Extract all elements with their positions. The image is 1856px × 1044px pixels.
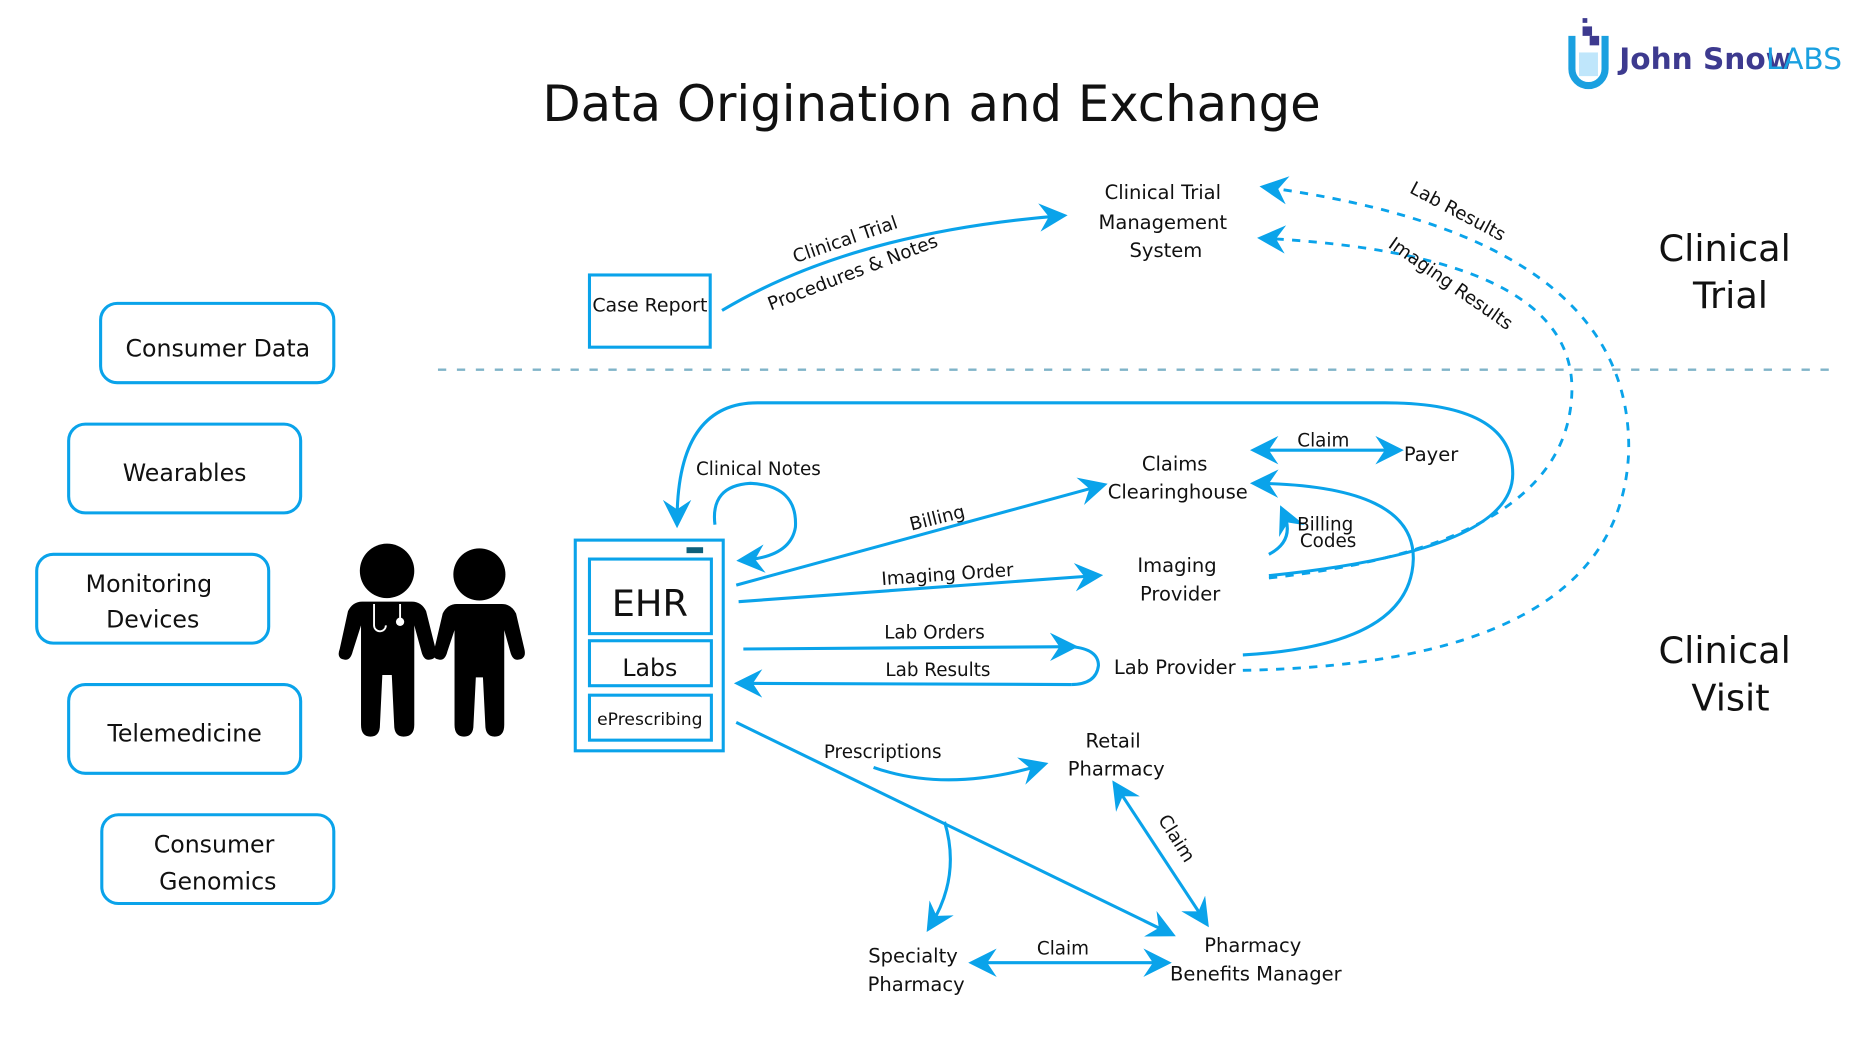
- edge-label-lab-orders: Lab Orders: [884, 622, 985, 643]
- edge-label-imaging-results-ct: Imaging Results: [1384, 233, 1516, 334]
- section-label-clinical-trial: Clinical Trial: [1659, 227, 1803, 317]
- retail-pharmacy-node[interactable]: Retail Pharmacy: [1068, 729, 1165, 780]
- edge-label-lab-results: Lab Results: [885, 660, 990, 681]
- edge-label-claim-specialty: Claim: [1037, 938, 1089, 959]
- source-consumer-genomics[interactable]: Consumer Genomics: [100, 813, 336, 906]
- source-monitoring-devices[interactable]: Monitoring Devices: [35, 552, 271, 645]
- edge-lab-results: [733, 669, 1072, 698]
- source-consumer-data[interactable]: Consumer Data: [99, 301, 336, 385]
- edge-prescriptions-main: [735, 721, 1176, 937]
- edge-billing-codes: [1268, 505, 1305, 556]
- pbm-node[interactable]: Pharmacy Benefits Manager: [1170, 934, 1343, 985]
- ehr-panel[interactable]: EHR: [587, 557, 713, 636]
- section-label-clinical-visit: Clinical Visit: [1659, 629, 1803, 719]
- labs-panel[interactable]: Labs: [587, 639, 713, 688]
- ctms-node[interactable]: Clinical Trial Management System: [1099, 181, 1234, 262]
- claims-clearinghouse-node[interactable]: Claims Clearinghouse: [1108, 452, 1248, 503]
- ehr-system[interactable]: EHR Labs ePrescribing: [573, 538, 725, 753]
- edge-label-lab-results-ct: Lab Results: [1406, 178, 1509, 246]
- diagram-svg: Data Origination and Exchange John Snow …: [35, 18, 1842, 996]
- case-report-node[interactable]: Case Report: [587, 273, 712, 349]
- logo: John Snow LABS: [1568, 18, 1842, 90]
- labs-label: Labs: [622, 654, 677, 682]
- source-label: Telemedicine: [106, 719, 261, 747]
- page-title: Data Origination and Exchange: [542, 75, 1320, 133]
- ehr-status-indicator: [686, 547, 704, 554]
- edge-label-billing-codes: Billing Codes: [1297, 515, 1359, 553]
- doctor-and-patient-icon: [338, 543, 525, 737]
- edge-clinical-notes: [712, 481, 797, 573]
- edge-return-to-ehr: [662, 401, 1515, 578]
- source-telemedicine[interactable]: Telemedicine: [67, 682, 303, 775]
- source-wearables[interactable]: Wearables: [67, 422, 303, 515]
- edge-label-claim-retail: Claim: [1153, 811, 1198, 866]
- case-report-label: Case Report: [592, 295, 707, 317]
- logo-suffix: LABS: [1766, 42, 1842, 76]
- edge-lab-orders: [743, 632, 1079, 662]
- edge-prescriptions-specialty: [926, 821, 954, 933]
- imaging-provider-node[interactable]: Imaging Provider: [1137, 554, 1223, 605]
- diagram-canvas: Data Origination and Exchange John Snow …: [0, 0, 1856, 1040]
- logo-tube-icon: [1568, 18, 1609, 90]
- edge-lab-loop: [1071, 645, 1100, 687]
- doctor-icon: [338, 543, 437, 737]
- source-label: Wearables: [123, 459, 247, 487]
- patient-icon: [433, 548, 525, 737]
- payer-node[interactable]: Payer: [1404, 443, 1459, 466]
- eprescribing-label: ePrescribing: [597, 710, 702, 730]
- edge-label-prescriptions: Prescriptions: [824, 742, 942, 763]
- eprescribing-panel[interactable]: ePrescribing: [587, 693, 713, 742]
- source-label: Consumer Data: [125, 335, 310, 363]
- edge-label-clinical-notes: Clinical Notes: [696, 459, 821, 480]
- ehr-label: EHR: [612, 582, 688, 625]
- edge-label-claim-payer: Claim: [1297, 431, 1349, 452]
- lab-provider-node[interactable]: Lab Provider: [1114, 656, 1237, 679]
- edge-prescriptions-retail: [873, 757, 1049, 785]
- specialty-pharmacy-node[interactable]: Specialty Pharmacy: [868, 945, 965, 996]
